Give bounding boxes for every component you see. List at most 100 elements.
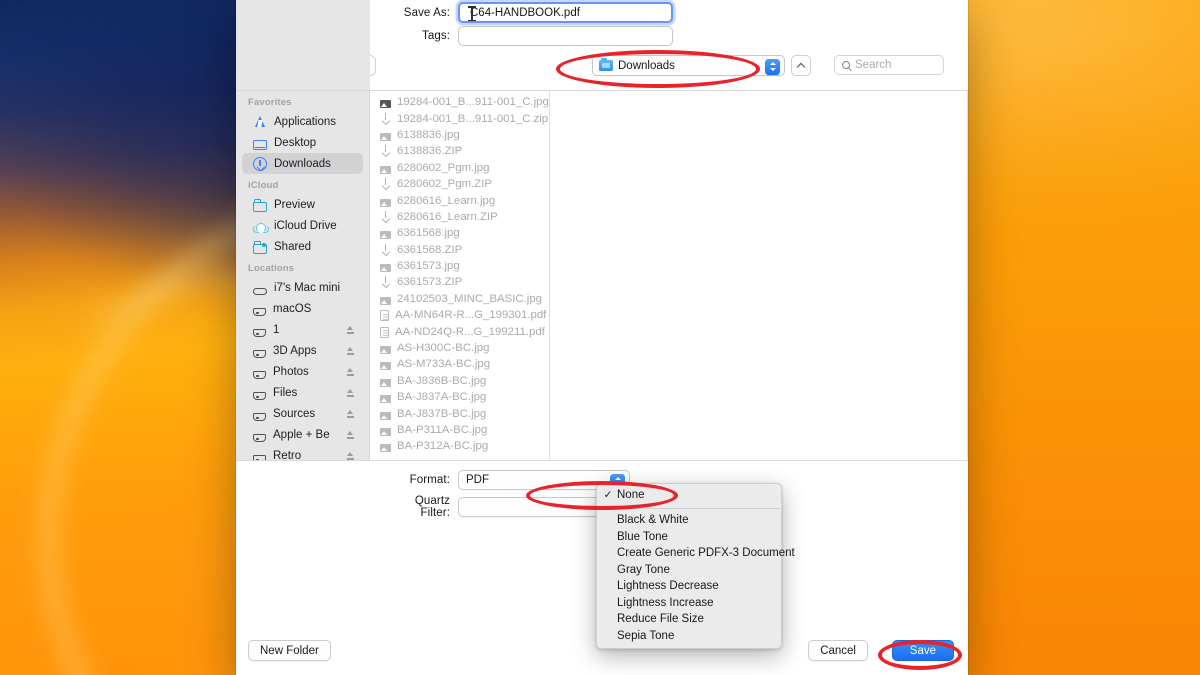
cancel-button[interactable]: Cancel — [808, 640, 868, 661]
image-file-icon — [380, 264, 391, 273]
file-list-item[interactable]: AS-H300C-BC.jpg — [370, 340, 549, 356]
folder-icon — [253, 199, 267, 212]
sidebar-item-apple-be[interactable]: Apple + Be — [242, 424, 363, 445]
quartz-filter-menu[interactable]: ✓ None Black & White Blue Tone Create Generi… — [596, 483, 795, 649]
sidebar-item-label: Desktop — [274, 136, 317, 149]
file-list-item[interactable]: 19284-001_B...911-001_C.zip — [370, 110, 549, 126]
drive-icon — [253, 371, 266, 379]
file-list-item[interactable]: 19284-001_B...911-001_C.jpg — [370, 94, 549, 110]
file-list-item[interactable]: AA-MN64R-R...G_199301.pdf — [370, 307, 549, 323]
tags-row: Tags: — [386, 26, 673, 46]
sidebar-item-3d-apps[interactable]: 3D Apps — [242, 340, 363, 361]
sidebar-item-1[interactable]: 1 — [242, 319, 363, 340]
file-list-item[interactable]: BA-J837B-BC.jpg — [370, 405, 549, 421]
image-file-icon — [380, 395, 391, 404]
sidebar-item-icloud-drive[interactable]: iCloud Drive — [242, 215, 363, 236]
file-list-item[interactable]: 6280602_Pgm.ZIP — [370, 176, 549, 192]
image-file-icon — [380, 362, 391, 371]
file-name: 6280602_Pgm.ZIP — [397, 178, 492, 191]
quartz-filter-label: Quartz Filter: — [414, 495, 450, 519]
expand-collapse-button[interactable] — [791, 55, 811, 76]
eject-icon[interactable] — [346, 409, 355, 419]
image-file-icon — [380, 296, 391, 305]
file-list-item[interactable]: 6138836.jpg — [370, 127, 549, 143]
sidebar-item-retro[interactable]: Retro — [242, 445, 363, 460]
sidebar-item-label: Apple + Be — [273, 428, 330, 441]
quartz-menu-item-create-generic-pdfx-3-document[interactable]: Create Generic PDFX-3 Document — [597, 545, 795, 562]
sidebar-item-label: Files — [273, 386, 298, 399]
save-as-input[interactable]: C64-HANDBOOK.pdf — [458, 2, 673, 23]
file-name: 6361573.ZIP — [397, 276, 463, 289]
drive-icon — [253, 329, 266, 337]
sidebar-item-sources[interactable]: Sources — [242, 403, 363, 424]
save-button[interactable]: Save — [891, 640, 954, 661]
quartz-menu-item-gray-tone[interactable]: Gray Tone — [597, 562, 781, 579]
sidebar-item-i7-s-mac-mini[interactable]: i7's Mac mini — [242, 277, 363, 298]
file-name: 6361568.jpg — [397, 227, 460, 240]
file-list-item[interactable]: BA-P312A-BC.jpg — [370, 438, 549, 454]
sidebar-item-applications[interactable]: Applications — [242, 111, 363, 132]
location-popup-button[interactable]: Downloads — [592, 55, 785, 76]
sidebar-item-macos[interactable]: macOS — [242, 298, 363, 319]
file-list-item[interactable]: BA-J836B-BC.jpg — [370, 373, 549, 389]
quartz-menu-item-reduce-file-size[interactable]: Reduce File Size — [597, 611, 781, 628]
search-input[interactable]: Search — [834, 55, 944, 75]
save-as-row: Save As: C64-HANDBOOK.pdf — [386, 2, 673, 23]
file-name: AS-M733A-BC.jpg — [397, 358, 491, 371]
sidebar-item-label: Shared — [274, 240, 312, 253]
shared-folder-icon — [253, 241, 267, 254]
file-name: 24102503_MINC_BASIC.jpg — [397, 292, 543, 305]
quartz-menu-item-label: None — [617, 489, 645, 502]
file-list-pane[interactable]: 19284-001_B...911-001_C.jpg 19284-001_B..… — [370, 91, 968, 460]
file-list-item[interactable]: 6361568.jpg — [370, 225, 549, 241]
quartz-menu-item-black-white[interactable]: Black & White — [597, 512, 781, 529]
quartz-menu-item-label: Create Generic PDFX-3 Document — [617, 547, 795, 560]
sidebar-section-header: Locations — [248, 263, 295, 274]
sidebar-item-downloads[interactable]: Downloads — [242, 153, 363, 174]
sidebar-item-preview[interactable]: Preview — [242, 194, 363, 215]
popup-stepper-icon — [765, 58, 780, 75]
sidebar-item-shared[interactable]: Shared — [242, 236, 363, 257]
sidebar-item-desktop[interactable]: Desktop — [242, 132, 363, 153]
file-list-item[interactable]: 6280602_Pgm.jpg — [370, 160, 549, 176]
file-list-item[interactable]: 6361573.jpg — [370, 258, 549, 274]
menu-separator — [598, 507, 780, 508]
sidebar-item-files[interactable]: Files — [242, 382, 363, 403]
image-file-icon — [380, 378, 391, 387]
save-as-value: C64-HANDBOOK.pdf — [470, 6, 580, 19]
quartz-menu-item-sepia-tone[interactable]: Sepia Tone — [597, 628, 781, 645]
file-list-item[interactable]: 6280616_Learn.jpg — [370, 192, 549, 208]
quartz-menu-item-lightness-increase[interactable]: Lightness Increase — [597, 595, 781, 612]
tags-input[interactable] — [458, 26, 673, 46]
file-list-item[interactable]: AS-M733A-BC.jpg — [370, 356, 549, 372]
eject-icon[interactable] — [346, 325, 355, 335]
file-list-item[interactable]: 6280616_Learn.ZIP — [370, 209, 549, 225]
eject-icon[interactable] — [346, 451, 355, 461]
drive-icon — [253, 434, 266, 442]
sidebar-item-photos[interactable]: Photos — [242, 361, 363, 382]
file-list-item[interactable]: 6138836.ZIP — [370, 143, 549, 159]
eject-icon[interactable] — [346, 430, 355, 440]
quartz-menu-item-lightness-decrease[interactable]: Lightness Decrease — [597, 578, 781, 595]
file-name: 6280602_Pgm.jpg — [397, 161, 490, 174]
pdf-file-icon — [380, 326, 389, 338]
eject-icon[interactable] — [346, 367, 355, 377]
image-dark-file-icon — [380, 100, 391, 109]
eject-icon[interactable] — [346, 346, 355, 356]
quartz-filter-row: Quartz Filter: None — [386, 495, 630, 519]
file-list-item[interactable]: 6361568.ZIP — [370, 242, 549, 258]
sidebar: Favorites Applications Desktop Downloads iCl… — [236, 91, 370, 460]
zip-file-icon — [380, 112, 391, 125]
file-list-item[interactable]: AA-ND24Q-R...G_199211.pdf — [370, 323, 549, 339]
quartz-menu-item-none[interactable]: ✓ None — [597, 487, 781, 504]
quartz-menu-item-blue-tone[interactable]: Blue Tone — [597, 529, 781, 546]
eject-icon[interactable] — [346, 388, 355, 398]
text-cursor-icon — [468, 6, 475, 21]
file-list-item[interactable]: 6361573.ZIP — [370, 274, 549, 290]
file-list-item[interactable]: BA-P311A-BC.jpg — [370, 422, 549, 438]
file-list-item[interactable]: BA-J837A-BC.jpg — [370, 389, 549, 405]
tags-label: Tags: — [422, 30, 450, 42]
new-folder-button[interactable]: New Folder — [248, 640, 331, 661]
browser-area: Favorites Applications Desktop Downloads iCl… — [236, 90, 968, 460]
file-list-item[interactable]: 24102503_MINC_BASIC.jpg — [370, 291, 549, 307]
